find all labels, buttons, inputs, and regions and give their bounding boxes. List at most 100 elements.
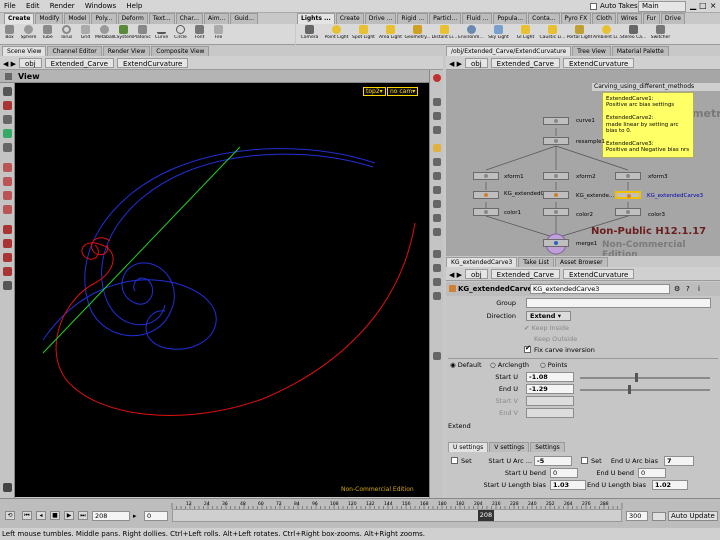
start-u-bend-field[interactable]: 0 <box>550 468 578 478</box>
auto-update-button[interactable]: Auto Update <box>668 511 718 521</box>
end-u-arc-field[interactable]: 7 <box>664 456 694 466</box>
auto-takes-checkbox[interactable] <box>590 2 597 10</box>
set-start-checkbox[interactable] <box>451 457 458 464</box>
camera-lock-icon[interactable] <box>433 278 441 286</box>
jump-start-icon[interactable]: ⏮ <box>22 511 32 520</box>
shading-icon[interactable] <box>433 126 441 134</box>
tool-geometry-light[interactable]: Geometry... <box>404 24 431 44</box>
node-color1[interactable] <box>473 208 499 216</box>
grab-tool-icon[interactable] <box>3 253 12 262</box>
tool-gi-light[interactable]: GI Light <box>512 24 539 44</box>
node-curve1[interactable] <box>543 117 569 125</box>
tab-take-list[interactable]: Take List <box>518 257 554 267</box>
menu-windows[interactable]: Windows <box>81 0 120 10</box>
shelf-tab-aim[interactable]: Aim... <box>203 13 230 24</box>
sculpt-tool-icon[interactable] <box>3 205 12 214</box>
tab-material-palette[interactable]: Material Palette <box>611 46 669 56</box>
tool-grid[interactable]: Grid <box>76 24 95 45</box>
path-obj[interactable]: obj <box>19 58 42 68</box>
camera-dropdown[interactable]: top2▾ <box>363 87 386 96</box>
keep-inside-toggle[interactable]: ✔ Keep Inside <box>524 324 569 332</box>
help-icon[interactable]: ? <box>686 285 690 293</box>
record-icon[interactable] <box>433 74 441 82</box>
end-u-length-field[interactable]: 1.02 <box>652 480 688 490</box>
handle-icon[interactable] <box>433 352 441 360</box>
tool-curve[interactable]: Curve <box>152 24 171 45</box>
tool-environment-light[interactable]: Environm... Light <box>458 24 485 44</box>
visibility-icon[interactable] <box>433 186 441 194</box>
snap-tool-icon[interactable] <box>3 239 12 248</box>
tool-metaball[interactable]: Metaball <box>95 24 114 45</box>
shelf-tab-text[interactable]: Text... <box>148 13 175 24</box>
shelf-tab-model[interactable]: Model <box>64 13 91 24</box>
jump-end-icon[interactable]: ⏭ <box>78 511 88 520</box>
radio-default[interactable]: ◉ Default <box>450 361 482 369</box>
timeline-slider[interactable]: 208 <box>172 509 622 522</box>
tool-font[interactable]: Font <box>190 24 209 45</box>
shelf-tab-fur[interactable]: Fur <box>642 13 660 24</box>
rotate-tool-icon[interactable] <box>3 115 12 124</box>
move-tool-icon[interactable] <box>3 101 12 110</box>
path-extended-carve[interactable]: Extended_Carve <box>44 58 114 68</box>
shelf-tab-populate[interactable]: Popula... <box>493 13 528 24</box>
tool-tube[interactable]: Tube <box>38 24 57 45</box>
tab-settings[interactable]: Settings <box>530 442 565 452</box>
end-v-field[interactable] <box>526 408 574 418</box>
tool-portal-light[interactable]: Portal Light <box>566 24 593 44</box>
shelf-tab-create2[interactable]: Create <box>335 13 364 24</box>
wireframe-icon[interactable] <box>433 112 441 120</box>
tool-sky-light[interactable]: Sky Light <box>485 24 512 44</box>
tool-lsystem[interactable]: LSystem <box>114 24 133 45</box>
menu-render[interactable]: Render <box>46 0 79 10</box>
shelf-tab-cloth[interactable]: Cloth <box>592 13 616 24</box>
path-extend-curvature[interactable]: ExtendCurvature <box>116 58 189 68</box>
tool-stereo-camera[interactable]: Stereo Ca... Rig <box>620 24 647 44</box>
tab-render-view[interactable]: Render View <box>102 46 151 56</box>
snap-icon[interactable] <box>433 158 441 166</box>
scene-tool-icon[interactable] <box>3 483 12 492</box>
info-icon[interactable]: i <box>698 285 700 293</box>
shelf-tab-fluid[interactable]: Fluid ... <box>462 13 493 24</box>
uv-icon[interactable] <box>433 228 441 236</box>
tool-point-light[interactable]: Point Light <box>323 24 350 44</box>
desktop-select[interactable]: Main <box>638 1 686 12</box>
node-kg-extendedcarve3[interactable] <box>615 191 641 199</box>
node-color3[interactable] <box>615 208 641 216</box>
home-icon[interactable] <box>433 292 441 300</box>
tool-switcher[interactable]: Switcher <box>647 24 674 44</box>
shelf-tab-wires[interactable]: Wires <box>616 13 642 24</box>
node-name-field[interactable]: KG_extendedCarve3 <box>530 284 670 294</box>
node-color2[interactable] <box>543 208 569 216</box>
node-xform3[interactable] <box>615 172 641 180</box>
tab-u-settings[interactable]: U settings <box>448 442 489 452</box>
start-u-arc-field[interactable]: -5 <box>534 456 572 466</box>
step-back-icon[interactable]: ◂ <box>36 511 46 520</box>
realtime-icon[interactable]: ⟲ <box>5 511 15 520</box>
start-v-field[interactable] <box>526 396 574 406</box>
tab-tree-view[interactable]: Tree View <box>572 46 611 56</box>
shelf-tab-create[interactable]: Create <box>4 13 35 24</box>
frame-step-icon[interactable]: ▸ <box>133 512 137 520</box>
set-end-checkbox[interactable] <box>581 457 588 464</box>
sticky-note[interactable]: ExtendedCarve1: Positive arc bias settin… <box>602 92 694 158</box>
select-tool-icon[interactable] <box>3 87 12 96</box>
menu-help[interactable]: Help <box>122 0 146 10</box>
shelf-tab-char[interactable]: Char... <box>175 13 203 24</box>
handle-tool-icon[interactable] <box>3 143 12 152</box>
display-icon[interactable] <box>433 98 441 106</box>
brush-tool-icon[interactable] <box>3 177 12 186</box>
menu-file[interactable]: File <box>0 0 20 10</box>
direction-dropdown[interactable]: Extend ▾ <box>526 311 571 321</box>
start-frame-field[interactable]: 0 <box>144 511 168 521</box>
ghost-icon[interactable] <box>433 172 441 180</box>
start-u-length-field[interactable]: 1.03 <box>550 480 586 490</box>
tool-circle[interactable]: Circle <box>171 24 190 45</box>
auto-takes-toggle[interactable]: Auto Takes <box>590 2 638 10</box>
tab-network[interactable]: /obj/Extended_Carve/ExtendCurvature <box>446 46 572 56</box>
start-u-knob[interactable] <box>635 373 638 382</box>
stop-icon[interactable]: ■ <box>50 511 60 520</box>
node-merge1[interactable] <box>543 239 569 247</box>
shelf-tab-drive2[interactable]: Drive <box>660 13 685 24</box>
tab-channel-editor[interactable]: Channel Editor <box>47 46 102 56</box>
ortho-icon[interactable] <box>433 250 441 258</box>
